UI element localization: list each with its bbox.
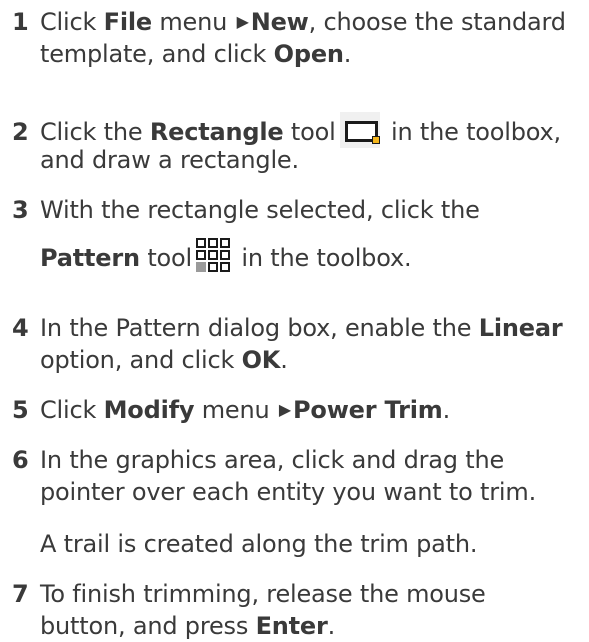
step-6-note: A trail is created along the trim path. — [40, 530, 478, 558]
step-text: In the graphics area, click and drag the — [40, 446, 505, 474]
step-text: In the Pattern dialog box, enable the — [40, 314, 479, 342]
step-text: menu — [194, 396, 277, 424]
step-text: in the toolbox. — [233, 244, 412, 272]
triangle-right-icon: ▶ — [236, 12, 249, 31]
button-name-open: Open — [273, 40, 344, 68]
step-7: 7 To finish trimming, release the mouse b… — [12, 578, 582, 642]
tool-name-rectangle: Rectangle — [149, 118, 284, 146]
step-2: 2 Click the Rectangle tool in the toolbox… — [12, 112, 582, 176]
step-text: template, and click — [40, 40, 274, 68]
menu-item-power-trim: Power Trim — [293, 396, 443, 424]
step-5: 5 Click Modify menu ▶Power Trim. — [12, 394, 582, 426]
step-text: and draw a rectangle. — [40, 146, 299, 174]
step-text: . — [343, 40, 352, 68]
step-text: in the toolbox, — [383, 118, 561, 146]
tool-name-pattern: Pattern — [40, 244, 140, 272]
step-text: . — [327, 612, 336, 640]
step-3: 3 With the rectangle selected, click the … — [12, 194, 582, 272]
step-number: 3 — [12, 196, 29, 224]
option-name-linear: Linear — [478, 314, 563, 342]
step-number: 7 — [12, 580, 29, 608]
menu-item-new: New — [250, 8, 309, 36]
triangle-right-icon: ▶ — [278, 400, 292, 419]
step-number: 2 — [12, 118, 29, 146]
menu-name-file: File — [103, 8, 153, 36]
step-text: , choose the standard — [308, 8, 566, 36]
step-number: 1 — [12, 8, 29, 36]
step-text: Click — [40, 8, 104, 36]
key-name-enter: Enter — [255, 612, 328, 640]
step-number: 4 — [12, 314, 29, 342]
step-text: tool — [139, 244, 192, 272]
step-text: Click — [40, 396, 104, 424]
step-text: option, and click — [40, 346, 242, 374]
step-text: . — [280, 346, 288, 374]
step-text: menu — [151, 8, 235, 36]
step-text: button, and press — [40, 612, 256, 640]
step-number: 5 — [12, 396, 29, 424]
button-name-ok: OK — [241, 346, 281, 374]
step-text: With the rectangle selected, click the — [40, 196, 480, 224]
pattern-tool-icon — [195, 238, 230, 272]
step-text: tool — [283, 118, 336, 146]
step-text: To finish trimming, release the mouse — [40, 580, 486, 608]
step-4: 4 In the Pattern dialog box, enable the L… — [12, 312, 582, 376]
step-number: 6 — [12, 446, 29, 474]
step-text: Click the — [40, 118, 150, 146]
step-6: 6 In the graphics area, click and drag th… — [12, 444, 582, 508]
step-1: 1 Click File menu ▶New, choose the standa… — [12, 6, 582, 70]
step-text: pointer over each entity you want to tri… — [40, 478, 537, 506]
menu-name-modify: Modify — [103, 396, 195, 424]
step-text: . — [442, 396, 451, 424]
instructions-page: 1 Click File menu ▶New, choose the standa… — [0, 0, 589, 640]
rectangle-tool-icon — [339, 112, 380, 148]
